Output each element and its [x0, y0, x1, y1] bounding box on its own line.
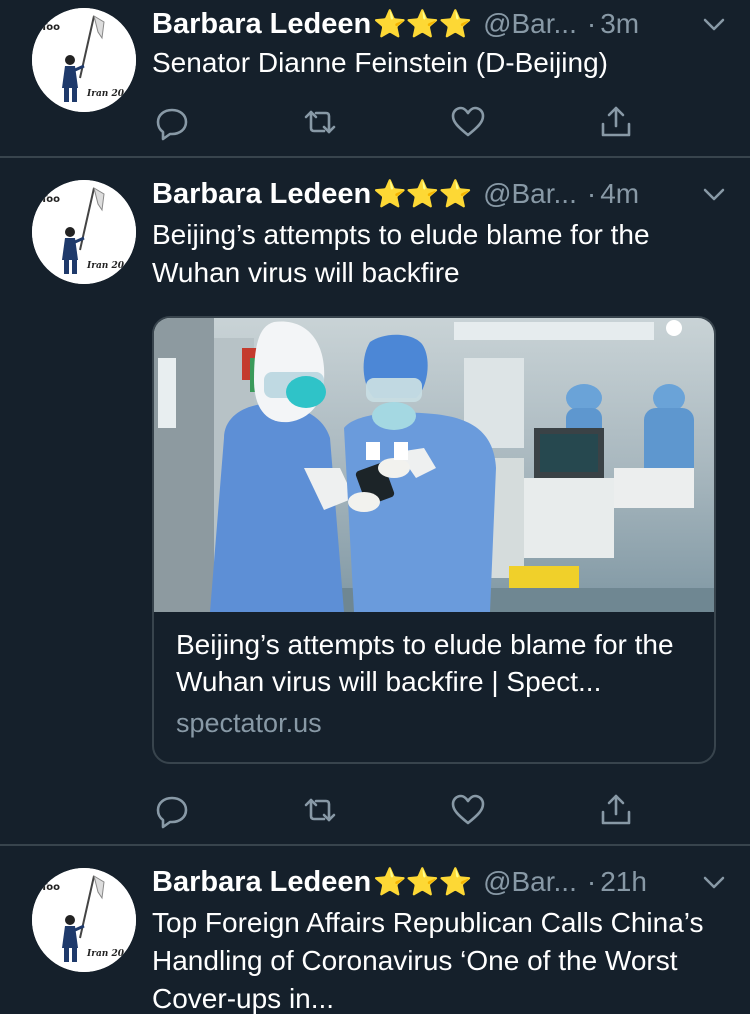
- display-name[interactable]: Barbara Ledeen: [152, 8, 371, 41]
- star-emojis: ⭐⭐⭐: [373, 179, 472, 209]
- timestamp[interactable]: 3m: [600, 8, 639, 40]
- timestamp[interactable]: 21h: [600, 866, 647, 898]
- display-name[interactable]: Barbara Ledeen: [152, 866, 371, 899]
- handle[interactable]: @Bar...: [483, 8, 577, 40]
- tweet[interactable]: eToo Iran 20 Barbara Ledeen ⭐⭐⭐ @Bar... …: [0, 158, 750, 844]
- tweet-text: Top Foreign Affairs Republican Calls Chi…: [152, 907, 704, 1014]
- heart-icon[interactable]: [448, 790, 488, 830]
- reply-icon[interactable]: [152, 102, 192, 142]
- timestamp[interactable]: 4m: [600, 178, 639, 210]
- svg-text:Iran 20: Iran 20: [86, 89, 125, 99]
- tweet-actions: [152, 790, 632, 834]
- svg-text:Iran 20: Iran 20: [86, 949, 125, 959]
- svg-text:eToo: eToo: [34, 194, 60, 205]
- separator-dot: ·: [586, 8, 597, 39]
- chevron-down-icon[interactable]: [698, 8, 730, 40]
- heart-icon[interactable]: [448, 102, 488, 142]
- tweet[interactable]: eToo Iran 20 Barbara Ledeen ⭐⭐⭐ @Bar... …: [0, 846, 750, 1014]
- share-icon[interactable]: [596, 790, 636, 830]
- star-emojis: ⭐⭐⭐: [373, 867, 472, 897]
- tweet-header: Barbara Ledeen ⭐⭐⭐ @Bar... · 21h: [152, 860, 730, 904]
- separator-dot: ·: [586, 866, 597, 897]
- chevron-down-icon[interactable]: [698, 178, 730, 210]
- tweet-text: Beijing’s attempts to elude blame for th…: [152, 219, 650, 288]
- display-name[interactable]: Barbara Ledeen: [152, 178, 371, 211]
- avatar[interactable]: eToo Iran 20: [32, 180, 136, 284]
- svg-text:Iran 20: Iran 20: [86, 261, 125, 271]
- tweet-header: Barbara Ledeen ⭐⭐⭐ @Bar... · 4m: [152, 172, 730, 216]
- handle[interactable]: @Bar...: [483, 866, 577, 898]
- star-emojis: ⭐⭐⭐: [373, 9, 472, 39]
- retweet-icon[interactable]: [300, 790, 340, 830]
- retweet-icon[interactable]: [300, 102, 340, 142]
- share-icon[interactable]: [596, 102, 636, 142]
- card-domain: spectator.us: [176, 708, 322, 738]
- separator-dot: ·: [586, 178, 597, 209]
- tweet-actions: [152, 102, 632, 146]
- tweet-text: Senator Dianne Feinstein (D-Beijing): [152, 47, 608, 78]
- tweet[interactable]: eToo Iran 20 Barbara Ledeen ⭐⭐⭐ @Bar... …: [0, 0, 750, 156]
- card-title: Beijing’s attempts to elude blame for th…: [176, 629, 674, 697]
- chevron-down-icon[interactable]: [698, 866, 730, 898]
- handle[interactable]: @Bar...: [483, 178, 577, 210]
- reply-icon[interactable]: [152, 790, 192, 830]
- link-card[interactable]: Beijing’s attempts to elude blame for th…: [152, 316, 716, 764]
- avatar[interactable]: eToo Iran 20: [32, 8, 136, 112]
- svg-text:eToo: eToo: [34, 882, 60, 893]
- avatar[interactable]: eToo Iran 20: [32, 868, 136, 972]
- tweet-feed: eToo Iran 20 Barbara Ledeen ⭐⭐⭐ @Bar... …: [0, 0, 750, 1014]
- card-image: [154, 318, 714, 612]
- tweet-header: Barbara Ledeen ⭐⭐⭐ @Bar... · 3m: [152, 2, 730, 46]
- svg-text:eToo: eToo: [34, 22, 60, 33]
